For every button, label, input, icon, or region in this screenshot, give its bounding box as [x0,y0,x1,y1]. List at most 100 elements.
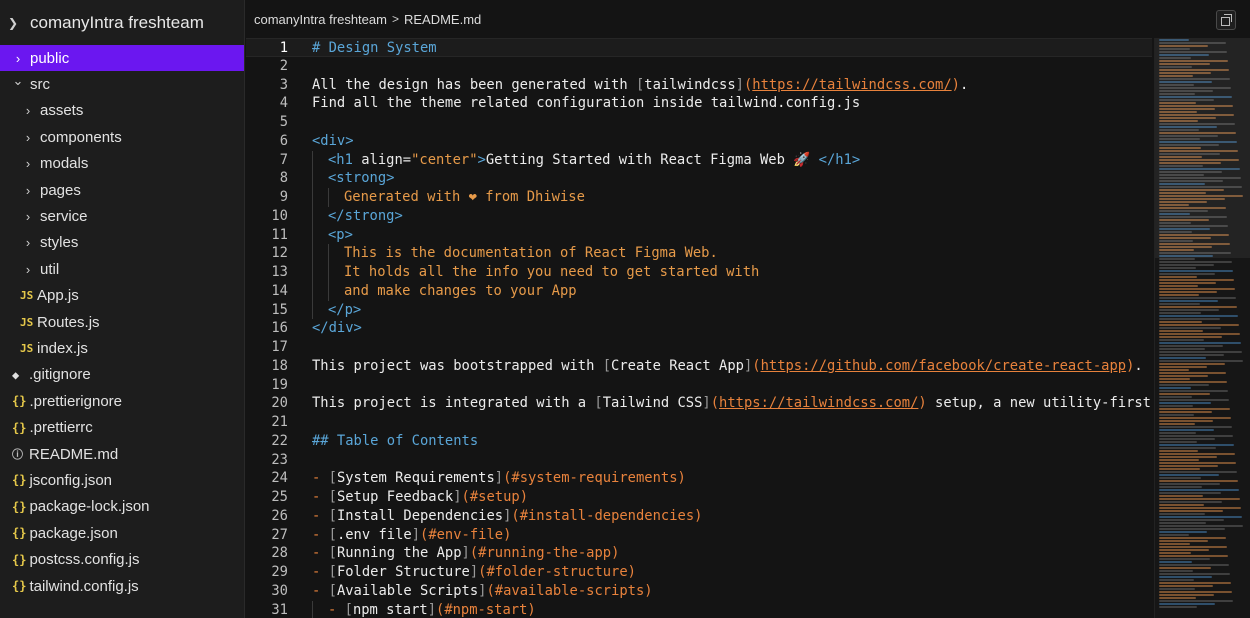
tree-item-index-js[interactable]: JS index.js [0,335,244,361]
tree-item-prettierignore[interactable]: {} .prettierignore [0,388,244,414]
tree-item-util[interactable]: › util [0,256,244,282]
tree-item-package-lock-json[interactable]: {} package-lock.json [0,494,244,520]
code-line[interactable]: 23 [246,451,1152,470]
code-line[interactable]: 28- [Running the App](#running-the-app) [246,544,1152,563]
line-content: - [Available Scripts](#available-scripts… [288,582,653,601]
copy-icon[interactable] [1216,10,1236,30]
minimap-line [1159,498,1240,500]
tree-item-routes-js[interactable]: JS Routes.js [0,309,244,335]
tree-item-package-json[interactable]: {} package.json [0,520,244,546]
code-line[interactable]: 7 <h1 align="center">Getting Started with… [246,150,1152,170]
code-token: [ [344,601,353,618]
line-content [288,113,312,132]
line-number: 28 [271,545,288,562]
breadcrumb-file[interactable]: README.md [404,12,481,27]
line-number: 22 [271,432,288,449]
tree-item-gitignore[interactable]: ◆ .gitignore [0,362,244,388]
code-line[interactable]: 25- [Setup Feedback](#setup) [246,488,1152,507]
line-content: <div> [288,132,354,151]
tree-item-prettierrc[interactable]: {} .prettierrc [0,414,244,440]
tree-item-readme-md[interactable]: ⓘ README.md [0,441,244,467]
minimap-slider[interactable] [1155,38,1250,258]
tree-item-app-js[interactable]: JS App.js [0,283,244,309]
code-line[interactable]: 15 </p> [246,300,1152,320]
code-line[interactable]: 3 All the design has been generated with … [246,76,1152,95]
code-token: ] [453,489,462,505]
minimap-line [1159,402,1211,404]
line-number: 23 [271,451,288,468]
code-editor[interactable]: 1 # Design System 2 3 All the design has bee… [246,38,1152,618]
minimap-line [1159,531,1207,533]
code-line[interactable]: 27- [.env file](#env-file) [246,526,1152,545]
code-line[interactable]: 17 [246,338,1152,357]
code-line[interactable]: 11 <p> [246,225,1152,245]
minimap-line [1159,501,1222,503]
line-number: 17 [271,339,288,355]
code-token: (#install-dependencies) [511,507,703,524]
tree-item-styles[interactable]: › styles [0,230,244,256]
code-line[interactable]: 19 [246,376,1152,395]
minimap[interactable] [1154,38,1250,618]
code-line[interactable]: 18 This project was bootstrapped with [Cr… [246,357,1152,376]
tree-item-components[interactable]: › components [0,124,244,150]
code-token: <p> [328,226,353,243]
minimap-line [1159,423,1195,425]
breadcrumb-project[interactable]: comanyIntra freshteam [254,12,387,27]
code-line[interactable]: 1 # Design System [246,38,1152,57]
code-token: This is the documentation of React Figma… [344,245,718,262]
minimap-line [1159,408,1230,410]
minimap-line [1159,516,1242,518]
minimap-line [1159,576,1212,578]
minimap-line [1159,456,1217,458]
minimap-line [1159,339,1204,341]
line-number: 25 [271,489,288,505]
code-line[interactable]: 22 ## Table of Contents [246,432,1152,451]
code-line[interactable]: 14 and make changes to your App [246,281,1152,301]
code-line[interactable]: 6 <div> [246,132,1152,151]
minimap-line [1159,312,1201,314]
code-line[interactable]: 10 </strong> [246,206,1152,226]
tree-item-tailwind-config-js[interactable]: {} tailwind.config.js [0,573,244,599]
code-line[interactable]: 30- [Available Scripts](#available-scrip… [246,582,1152,601]
line-number: 15 [271,301,288,318]
code-line[interactable]: 5 [246,113,1152,132]
tree-item-pages[interactable]: › pages [0,177,244,203]
chevron-right-icon: › [25,209,31,225]
line-number: 12 [271,245,288,262]
minimap-line [1159,441,1197,443]
code-token: ) [951,76,960,93]
code-token: Getting Started with React Figma Web 🚀 [485,151,819,168]
line-number: 7 [279,151,288,168]
code-line[interactable]: 24- [System Requirements](#system-requir… [246,469,1152,488]
code-line[interactable]: 9 Generated with ❤ from Dhiwise [246,188,1152,207]
code-line[interactable]: 2 [246,57,1152,76]
code-line[interactable]: 29- [Folder Structure](#folder-structure… [246,563,1152,582]
tree-item-modals[interactable]: › modals [0,151,244,177]
minimap-line [1159,489,1239,491]
json-file-icon: {} [12,473,27,488]
tree-item-assets[interactable]: › assets [0,98,244,124]
line-content [288,376,312,395]
tree-item-src[interactable]: ⌄ src [0,71,244,97]
code-token: </strong> [328,207,403,224]
code-line[interactable]: 16 </div> [246,319,1152,338]
indent-guide [312,169,328,188]
tree-item-postcss-config-js[interactable]: {} postcss.config.js [0,546,244,572]
minimap-line [1159,321,1202,323]
tree-item-jsconfig-json[interactable]: {} jsconfig.json [0,467,244,493]
code-line[interactable]: 21 [246,413,1152,432]
line-content: </div> [288,319,362,338]
code-line[interactable]: 26- [Install Dependencies](#install-depe… [246,507,1152,526]
tree-item-service[interactable]: › service [0,203,244,229]
code-token: Create React App [611,357,744,374]
explorer-root-folder[interactable]: ❯ comanyIntra freshteam [0,0,244,45]
code-line[interactable]: 8 <strong> [246,169,1152,188]
code-line[interactable]: 13 It holds all the info you need to get … [246,263,1152,282]
minimap-line [1159,447,1216,449]
chevron-right-icon: > [391,12,399,26]
code-line[interactable]: 20 This project is integrated with a [Tai… [246,394,1152,413]
code-line[interactable]: 31- [npm start](#npm-start) [246,600,1152,618]
tree-item-public[interactable]: › public [0,45,244,72]
code-line[interactable]: 12 This is the documentation of React Fig… [246,244,1152,263]
code-line[interactable]: 4 Find all the theme related configuratio… [246,94,1152,113]
